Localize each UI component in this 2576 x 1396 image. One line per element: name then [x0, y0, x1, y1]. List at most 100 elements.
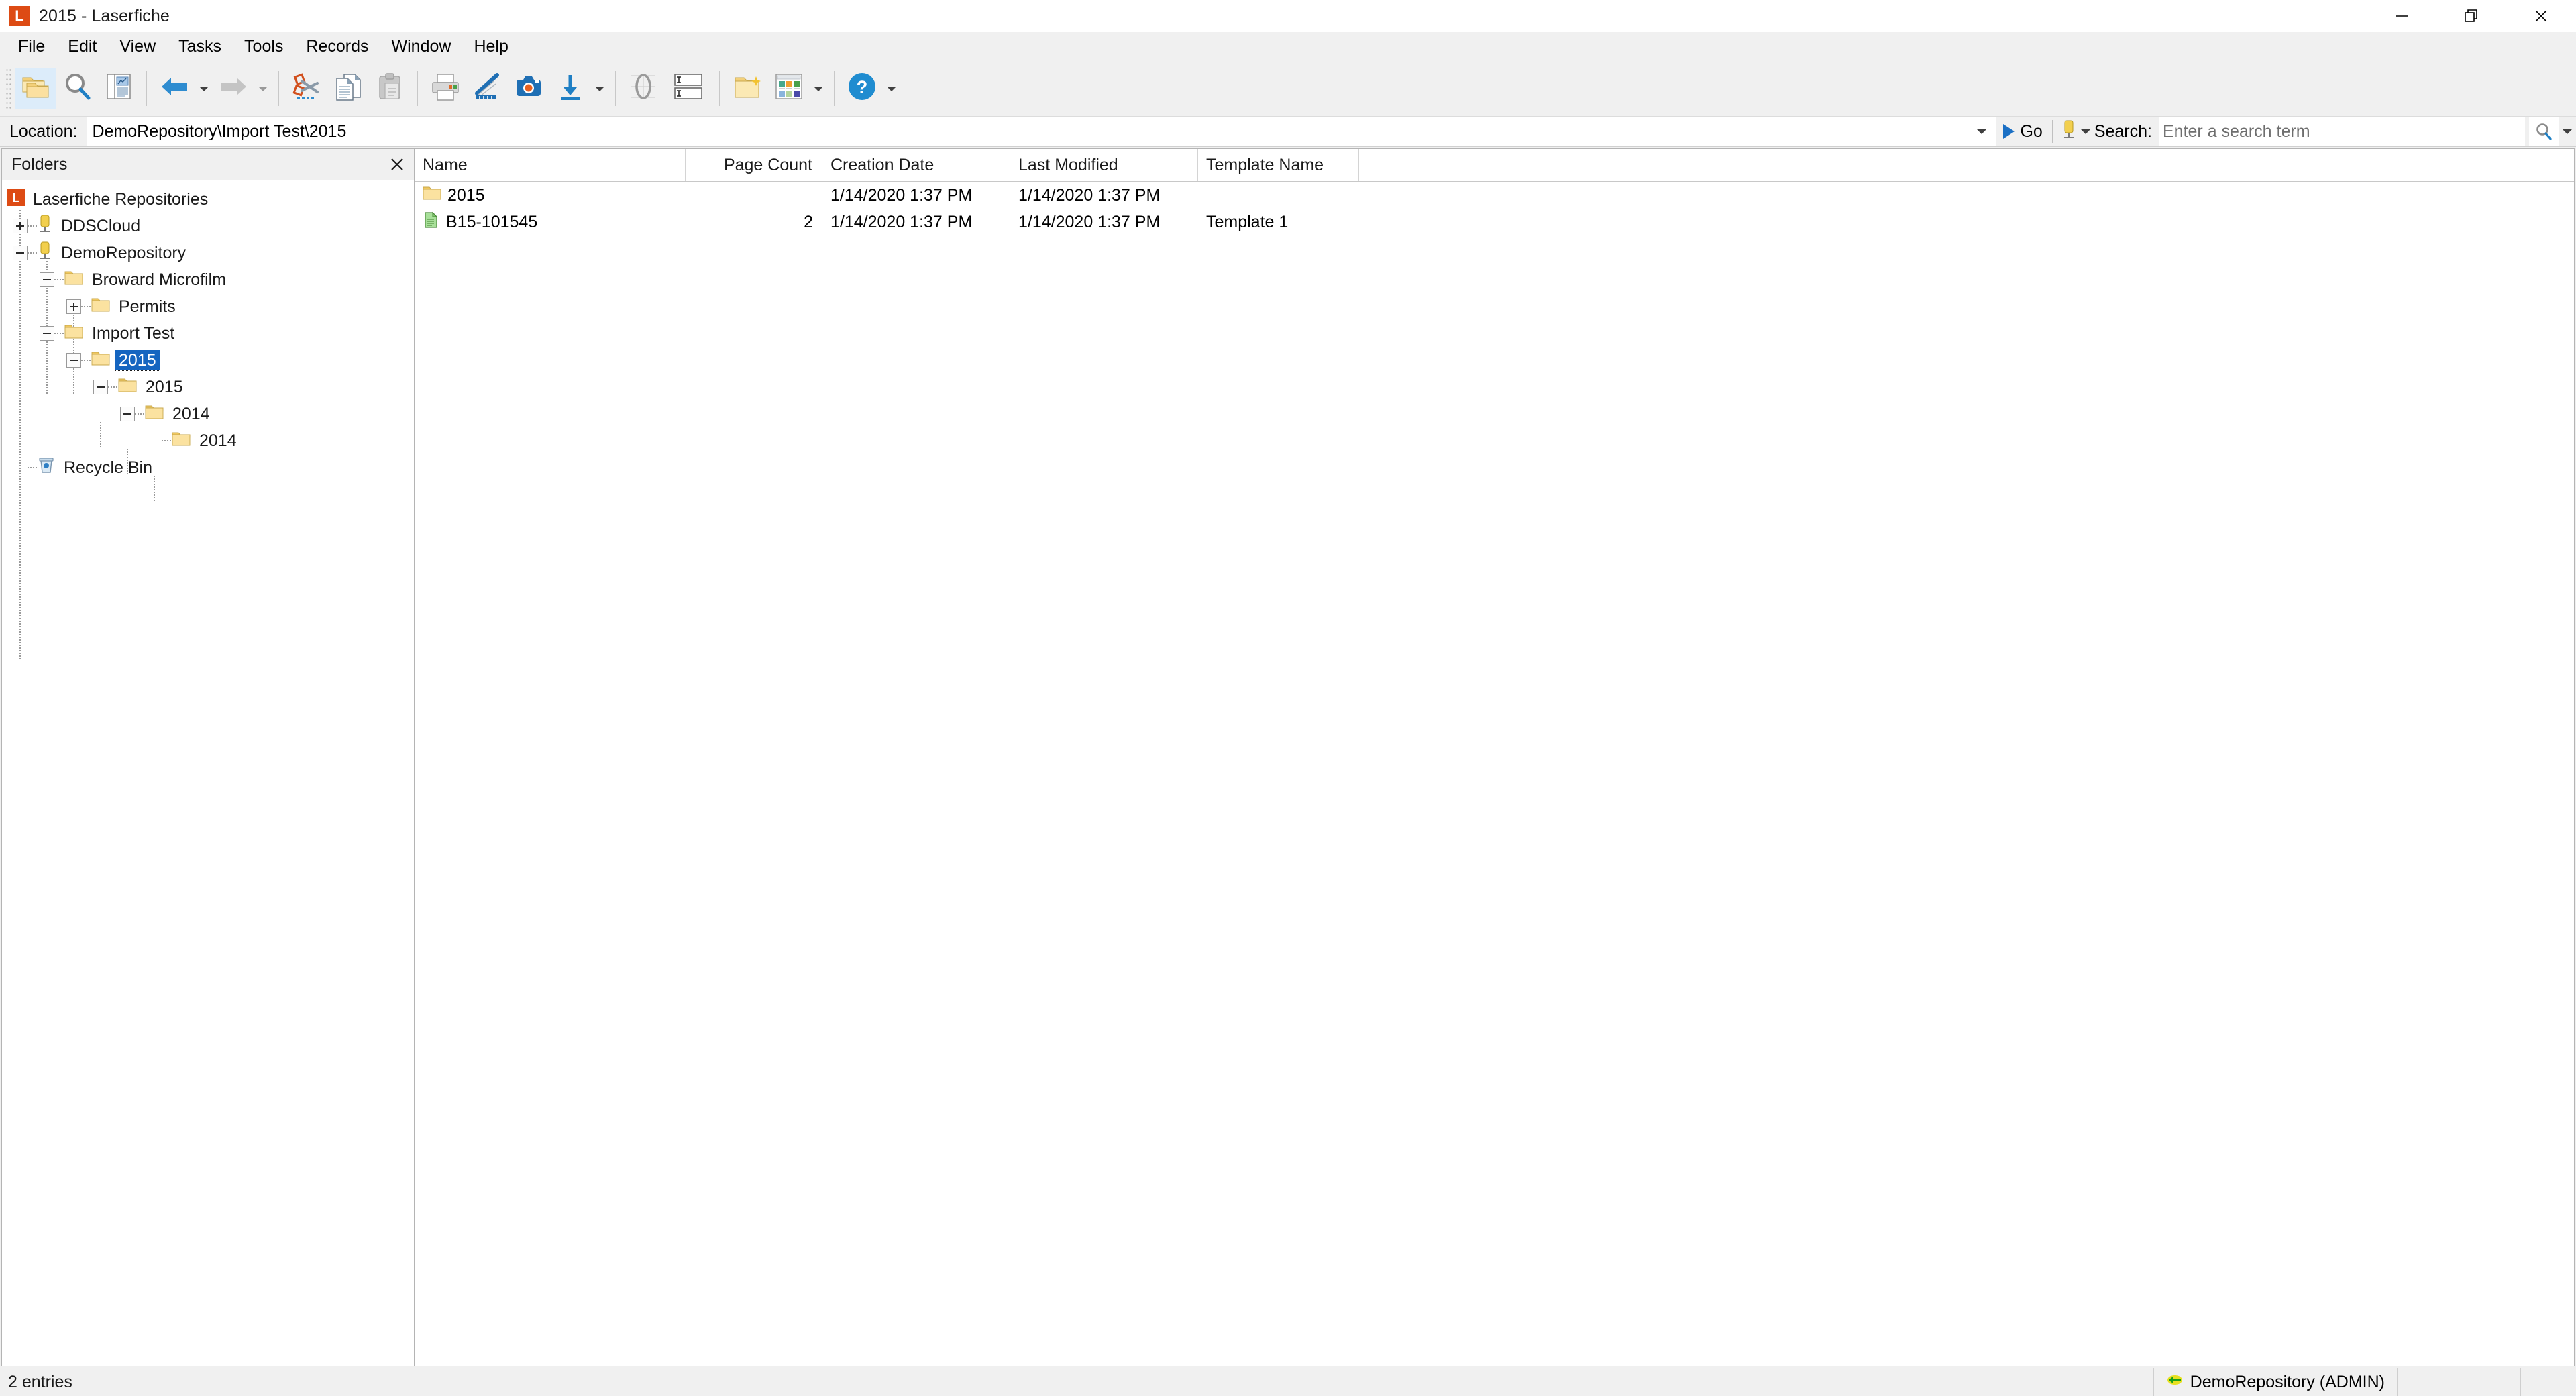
copy-button[interactable] — [327, 68, 369, 109]
search-options-dropdown-icon[interactable] — [2563, 129, 2572, 134]
ocr-button[interactable] — [623, 68, 664, 109]
column-header-creation-date[interactable]: Creation Date — [822, 149, 1010, 181]
folder-browser-button[interactable] — [15, 68, 56, 109]
tree-connector-dots — [135, 413, 144, 415]
column-header-last-modified[interactable]: Last Modified — [1010, 149, 1198, 181]
menu-edit[interactable]: Edit — [56, 32, 108, 60]
help-button[interactable]: ? — [841, 68, 883, 109]
back-dropdown[interactable] — [195, 68, 213, 109]
laserfiche-logo-icon: L — [7, 188, 25, 211]
thumbnails-icon — [773, 72, 804, 106]
search-label: Search: — [2094, 121, 2152, 141]
folders-panel-header: Folders — [2, 149, 414, 180]
thumbnails-dropdown[interactable] — [810, 68, 827, 109]
repository-dropdown-icon[interactable] — [2080, 129, 2090, 134]
cell-page-count: 2 — [804, 212, 813, 231]
cut-button[interactable] — [286, 68, 327, 109]
menu-tasks[interactable]: Tasks — [167, 32, 233, 60]
clipboard-icon — [375, 72, 405, 106]
cell-template-name: Template 1 — [1206, 212, 1289, 231]
forward-button[interactable] — [213, 68, 254, 109]
tree-item-broward-microfilm[interactable]: Broward Microfilm — [2, 266, 414, 293]
close-button[interactable] — [2506, 0, 2576, 32]
collapse-toggle[interactable] — [40, 326, 54, 341]
import-dropdown[interactable] — [591, 68, 608, 109]
svg-text:L: L — [13, 191, 20, 205]
expand-toggle[interactable] — [13, 219, 28, 233]
collapse-toggle[interactable] — [13, 246, 28, 260]
thumbnails-button[interactable] — [768, 68, 810, 109]
tree-item-demorepository[interactable]: DemoRepository — [2, 239, 414, 266]
tree-item-label: 2015 — [115, 349, 160, 372]
tree-item-ddscloud[interactable]: DDSCloud — [2, 213, 414, 239]
column-header-page-count[interactable]: Page Count — [686, 149, 822, 181]
search-submit-button[interactable] — [2529, 117, 2559, 146]
cell-name-text: 2015 — [447, 185, 485, 205]
search-button[interactable] — [56, 68, 98, 109]
tree-item-label: Recycle Bin — [64, 458, 152, 477]
connected-icon — [2166, 1373, 2184, 1392]
tree-item-recycle-bin[interactable]: Recycle Bin — [2, 454, 414, 481]
folders-panel: Folders L Laserfiche Repositories DDSClo… — [1, 148, 415, 1366]
close-icon[interactable] — [387, 154, 407, 174]
restore-button[interactable] — [2436, 0, 2506, 32]
forward-arrow-icon — [218, 73, 249, 105]
location-input[interactable]: DemoRepository\Import Test\2015 — [87, 117, 1968, 146]
document-view-button[interactable] — [98, 68, 140, 109]
menu-window[interactable]: Window — [380, 32, 463, 60]
play-icon — [2003, 124, 2015, 139]
print-button[interactable] — [425, 68, 466, 109]
paste-button[interactable] — [369, 68, 411, 109]
toolbar-separator — [834, 71, 835, 106]
tree-item-2014[interactable]: 2014 — [2, 400, 414, 427]
fields-button[interactable] — [664, 68, 712, 109]
tree-item-2014-child[interactable]: 2014 — [2, 427, 414, 454]
go-button[interactable]: Go — [1996, 117, 2051, 146]
copy-pages-icon — [333, 72, 363, 106]
collapse-toggle[interactable] — [93, 380, 108, 394]
repository-icon[interactable] — [2061, 119, 2077, 144]
tree-item-import-test[interactable]: Import Test — [2, 320, 414, 347]
expand-toggle[interactable] — [66, 299, 81, 314]
toolbar-grip[interactable] — [5, 68, 12, 109]
new-folder-button[interactable] — [727, 68, 768, 109]
tree-item-2015-child[interactable]: 2015 — [2, 374, 414, 400]
menu-view[interactable]: View — [108, 32, 167, 60]
help-dropdown[interactable] — [883, 68, 900, 109]
tree-item-label: Import Test — [92, 323, 175, 343]
menu-help[interactable]: Help — [462, 32, 519, 60]
scan-button[interactable] — [508, 68, 549, 109]
document-pane-icon — [104, 72, 133, 105]
table-row[interactable]: B15-101545 2 1/14/2020 1:37 PM 1/14/2020… — [415, 209, 2574, 235]
tree-item-permits[interactable]: Permits — [2, 293, 414, 320]
forward-dropdown[interactable] — [254, 68, 272, 109]
cell-last-modified: 1/14/2020 1:37 PM — [1018, 185, 1161, 205]
column-header-template-name[interactable]: Template Name — [1198, 149, 1359, 181]
status-slot-1 — [2397, 1368, 2465, 1396]
column-header-name[interactable]: Name — [415, 149, 686, 181]
cell-name: B15-101545 — [415, 211, 686, 233]
menu-records[interactable]: Records — [294, 32, 380, 60]
menu-file[interactable]: File — [7, 32, 56, 60]
collapse-toggle[interactable] — [120, 407, 135, 421]
table-row[interactable]: 2015 1/14/2020 1:37 PM 1/14/2020 1:37 PM — [415, 182, 2574, 209]
annotate-button[interactable] — [466, 68, 508, 109]
menu-bar: File Edit View Tasks Tools Records Windo… — [0, 32, 2576, 61]
entry-list-panel: Name Page Count Creation Date Last Modif… — [415, 148, 2575, 1366]
document-icon — [423, 211, 440, 233]
tree-connector-dots — [28, 252, 37, 254]
list-rows: 2015 1/14/2020 1:37 PM 1/14/2020 1:37 PM — [415, 182, 2574, 1366]
collapse-toggle[interactable] — [40, 272, 54, 287]
back-button[interactable] — [154, 68, 195, 109]
main-toolbar: ? — [0, 61, 2576, 117]
minimize-button[interactable] — [2367, 0, 2436, 32]
location-dropdown-button[interactable] — [1967, 117, 1997, 146]
search-input[interactable]: Enter a search term — [2159, 117, 2525, 146]
menu-tools[interactable]: Tools — [233, 32, 294, 60]
tree-item-2015-selected[interactable]: 2015 — [2, 347, 414, 374]
collapse-toggle[interactable] — [66, 353, 81, 368]
download-arrow-icon — [557, 72, 584, 105]
tree-item-laserfiche-repositories[interactable]: L Laserfiche Repositories — [2, 186, 414, 213]
printer-icon — [430, 72, 461, 106]
import-button[interactable] — [549, 68, 591, 109]
